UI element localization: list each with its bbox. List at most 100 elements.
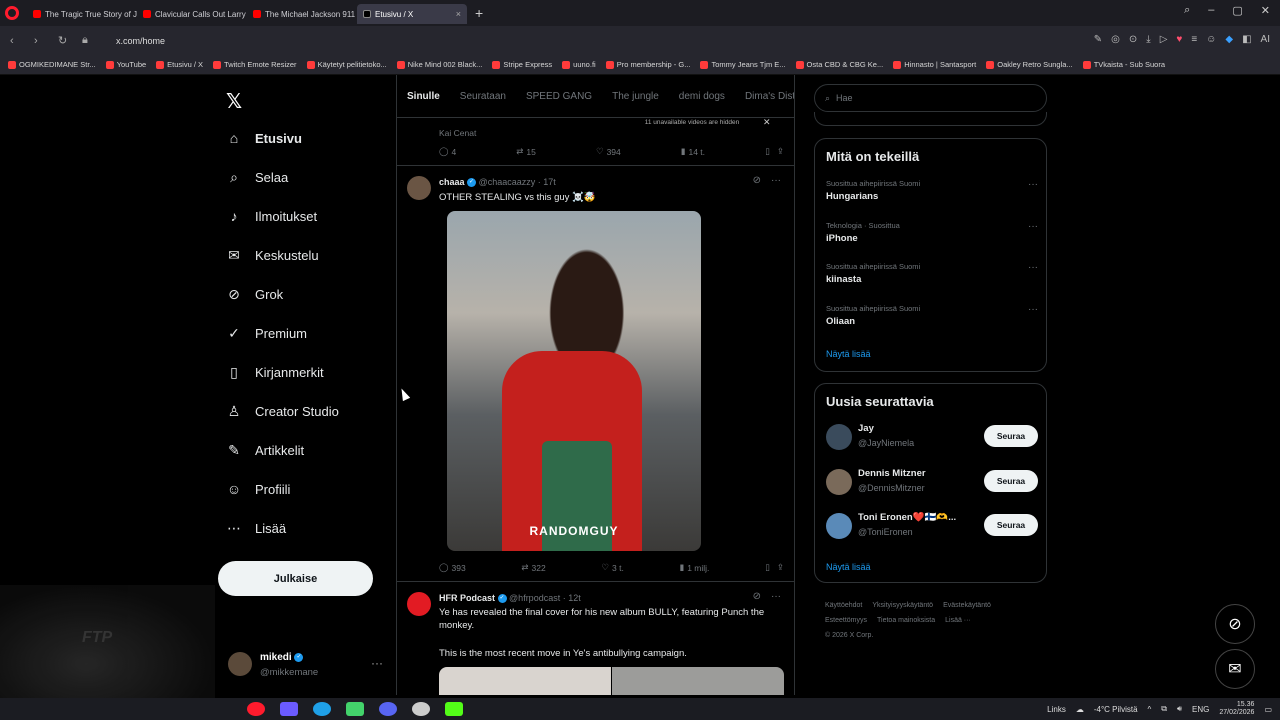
bookmark-item[interactable]: OGMIKEDIMANE Str... (8, 60, 96, 69)
feed-tab[interactable]: Sinulle (407, 91, 440, 102)
language-indicator[interactable]: ENG (1192, 705, 1209, 714)
bookmark-item[interactable]: Stripe Express (492, 60, 552, 69)
more-options-icon[interactable]: ··· (371, 656, 383, 670)
account-switcher[interactable]: mikedi ✓ @mikkemane ··· (228, 648, 393, 688)
nav-item-selaa[interactable]: ⌕ Selaa (226, 169, 288, 185)
links-toolbar[interactable]: Links (1047, 705, 1066, 714)
feed-tab[interactable]: SPEED GANG (526, 91, 592, 102)
repost-button[interactable]: ⇄ 15 (516, 146, 536, 157)
clock[interactable]: 15.36 27/02/2026 (1219, 701, 1254, 717)
bookmark-item[interactable]: Osta CBD & CBG Ke... (795, 60, 883, 69)
maximize-icon[interactable]: ▢ (1232, 4, 1242, 17)
footer-link[interactable]: © 2026 X Corp. (825, 632, 873, 639)
weather-widget[interactable]: -4°C Pilvistä (1094, 705, 1138, 714)
author-name[interactable]: chaaa (439, 177, 465, 187)
play-icon[interactable]: ▷ (1160, 34, 1168, 45)
more-icon[interactable]: ··· (771, 591, 781, 602)
footer-link[interactable]: Yksityisyyskäytäntö (872, 602, 933, 609)
footer-link[interactable]: Esteettömyys (825, 617, 867, 624)
footer-link[interactable]: Tietoa mainoksista (877, 617, 935, 624)
grok-float-button[interactable]: ⊘ (1215, 604, 1255, 644)
wallet-icon[interactable]: ◧ (1242, 34, 1251, 45)
bookmark-button[interactable]: ▯ ⇪ (765, 146, 784, 157)
follow-suggestion[interactable]: Jay @JayNiemela Seuraa (826, 422, 1038, 454)
tweet-video[interactable]: RANDOMGUY (447, 211, 701, 551)
bookmark-item[interactable]: Tommy Jeans Tjm E... (700, 60, 786, 69)
feed-tab[interactable]: The jungle (612, 91, 659, 102)
volume-icon[interactable]: 🔊︎ (1177, 704, 1182, 714)
browser-tab-2[interactable]: Clavicular Calls Out Larry (137, 4, 247, 24)
edit-icon[interactable]: ✎ (1094, 34, 1102, 45)
views-button[interactable]: ▮ 1 milj. (680, 562, 710, 573)
tweet-image[interactable] (439, 667, 611, 695)
browser-tab-4[interactable]: Etusivu / X × (357, 4, 467, 24)
footer-link[interactable]: Käyttöehdot (825, 602, 862, 609)
app-icon[interactable] (346, 702, 364, 716)
bookmark-item[interactable]: YouTube (105, 60, 146, 69)
nav-item-ilmoitukset[interactable]: ♪ Ilmoitukset (226, 208, 318, 224)
tweet-image[interactable] (612, 667, 784, 695)
author-handle[interactable]: @chaacaazzy · 17t (479, 177, 556, 187)
grok-icon[interactable]: ⊘ (753, 175, 761, 186)
bookmark-item[interactable]: uuno.fi (562, 60, 596, 69)
trend-item[interactable]: Suosittua aihepiirissä Suomi Oliaan ··· (826, 304, 1038, 327)
menu-icon[interactable]: ≡ (1191, 34, 1197, 45)
follow-button[interactable]: Seuraa (984, 514, 1038, 536)
search-input[interactable]: ⌕ Hae (814, 84, 1047, 112)
reload-icon[interactable]: ↻ (58, 34, 72, 47)
feed-tab[interactable]: demi dogs (679, 91, 725, 102)
notification-icon[interactable]: ▭ (1264, 705, 1272, 714)
messages-float-button[interactable]: ✉ (1215, 649, 1255, 689)
steam-app-icon[interactable] (412, 702, 430, 716)
network-icon[interactable]: ⧉ (1161, 704, 1167, 714)
close-tab-icon[interactable]: × (456, 9, 461, 19)
teams-app-icon[interactable] (280, 702, 298, 716)
bookmark-item[interactable]: TVkaista - Sub Suora (1082, 60, 1165, 69)
more-icon[interactable]: ··· (1028, 179, 1038, 190)
nav-item-lisää[interactable]: ⋯ Lisää (226, 520, 286, 536)
more-icon[interactable]: ··· (771, 175, 781, 186)
tweet-card[interactable]: 11 unavailable videos are hidden ✕ Kai C… (397, 117, 794, 166)
tweet-card[interactable]: chaaa ✓ @chaacaazzy · 17t ⊘ ··· OTHER STE… (397, 166, 794, 582)
url-field[interactable]: x.com/home (116, 36, 165, 46)
follow-suggestion[interactable]: Dennis Mitzner @DennisMitzner Seuraa (826, 467, 1038, 499)
x-logo-icon[interactable]: 𝕏 (226, 89, 242, 114)
bookmark-item[interactable]: Twitch Emote Resizer (213, 60, 297, 69)
bookmark-item[interactable]: Etusivu / X (156, 60, 203, 69)
trend-item[interactable]: Suosittua aihepiirissä Suomi Hungarians ··… (826, 179, 1038, 202)
heart-icon[interactable]: ♥ (1176, 34, 1182, 45)
kick-app-icon[interactable] (445, 702, 463, 716)
nav-item-etusivu[interactable]: ⌂ Etusivu (226, 130, 302, 146)
post-button[interactable]: Julkaise (218, 561, 373, 596)
bookmark-item[interactable]: Pro membership - G... (605, 60, 690, 69)
camera-icon[interactable]: ◎ (1111, 34, 1120, 45)
edge-app-icon[interactable] (313, 702, 331, 716)
more-icon[interactable]: ··· (1028, 221, 1038, 232)
repost-button[interactable]: ⇄ 322 (521, 562, 545, 573)
nav-item-keskustelu[interactable]: ✉ Keskustelu (226, 247, 318, 263)
avatar[interactable] (826, 424, 852, 450)
nav-item-artikkelit[interactable]: ✎ Artikkelit (226, 442, 304, 458)
nav-item-kirjanmerkit[interactable]: ▯ Kirjanmerkit (226, 364, 323, 380)
browser-tab-3[interactable]: The Michael Jackson 911 C (247, 4, 357, 24)
footer-link[interactable]: Lisää ··· (945, 617, 971, 624)
tweet-card[interactable]: HFR Podcast ✓ @hfrpodcast · 12t ⊘ ··· Ye … (397, 582, 794, 695)
follow-suggestion[interactable]: Toni Eronen❤️🇫🇮🫶... @ToniEronen Seuraa (826, 511, 1038, 543)
show-more-link[interactable]: Näytä lisää (826, 349, 871, 359)
ai-button[interactable]: AI (1261, 34, 1270, 45)
footer-link[interactable]: Evästekäytäntö (943, 602, 991, 609)
feed-tab[interactable]: Seurataan (460, 91, 506, 102)
minimize-icon[interactable]: – (1208, 4, 1214, 17)
new-tab-icon[interactable]: + (475, 5, 483, 21)
show-more-link[interactable]: Näytä lisää (826, 562, 871, 572)
nav-item-premium[interactable]: ✓ Premium (226, 325, 307, 341)
follow-button[interactable]: Seuraa (984, 469, 1038, 492)
more-icon[interactable]: ··· (1028, 262, 1038, 273)
nav-item-creator-studio[interactable]: ♙ Creator Studio (226, 403, 339, 419)
extension-icon[interactable]: ◆ (1225, 34, 1233, 45)
suggestion-name[interactable]: Jay (858, 423, 874, 434)
trend-item[interactable]: Teknologia · Suosittua iPhone ··· (826, 221, 1038, 244)
close-window-icon[interactable]: ✕ (1261, 4, 1270, 17)
forward-icon[interactable]: › (34, 35, 48, 47)
like-button[interactable]: ♡ 394 (596, 146, 621, 157)
